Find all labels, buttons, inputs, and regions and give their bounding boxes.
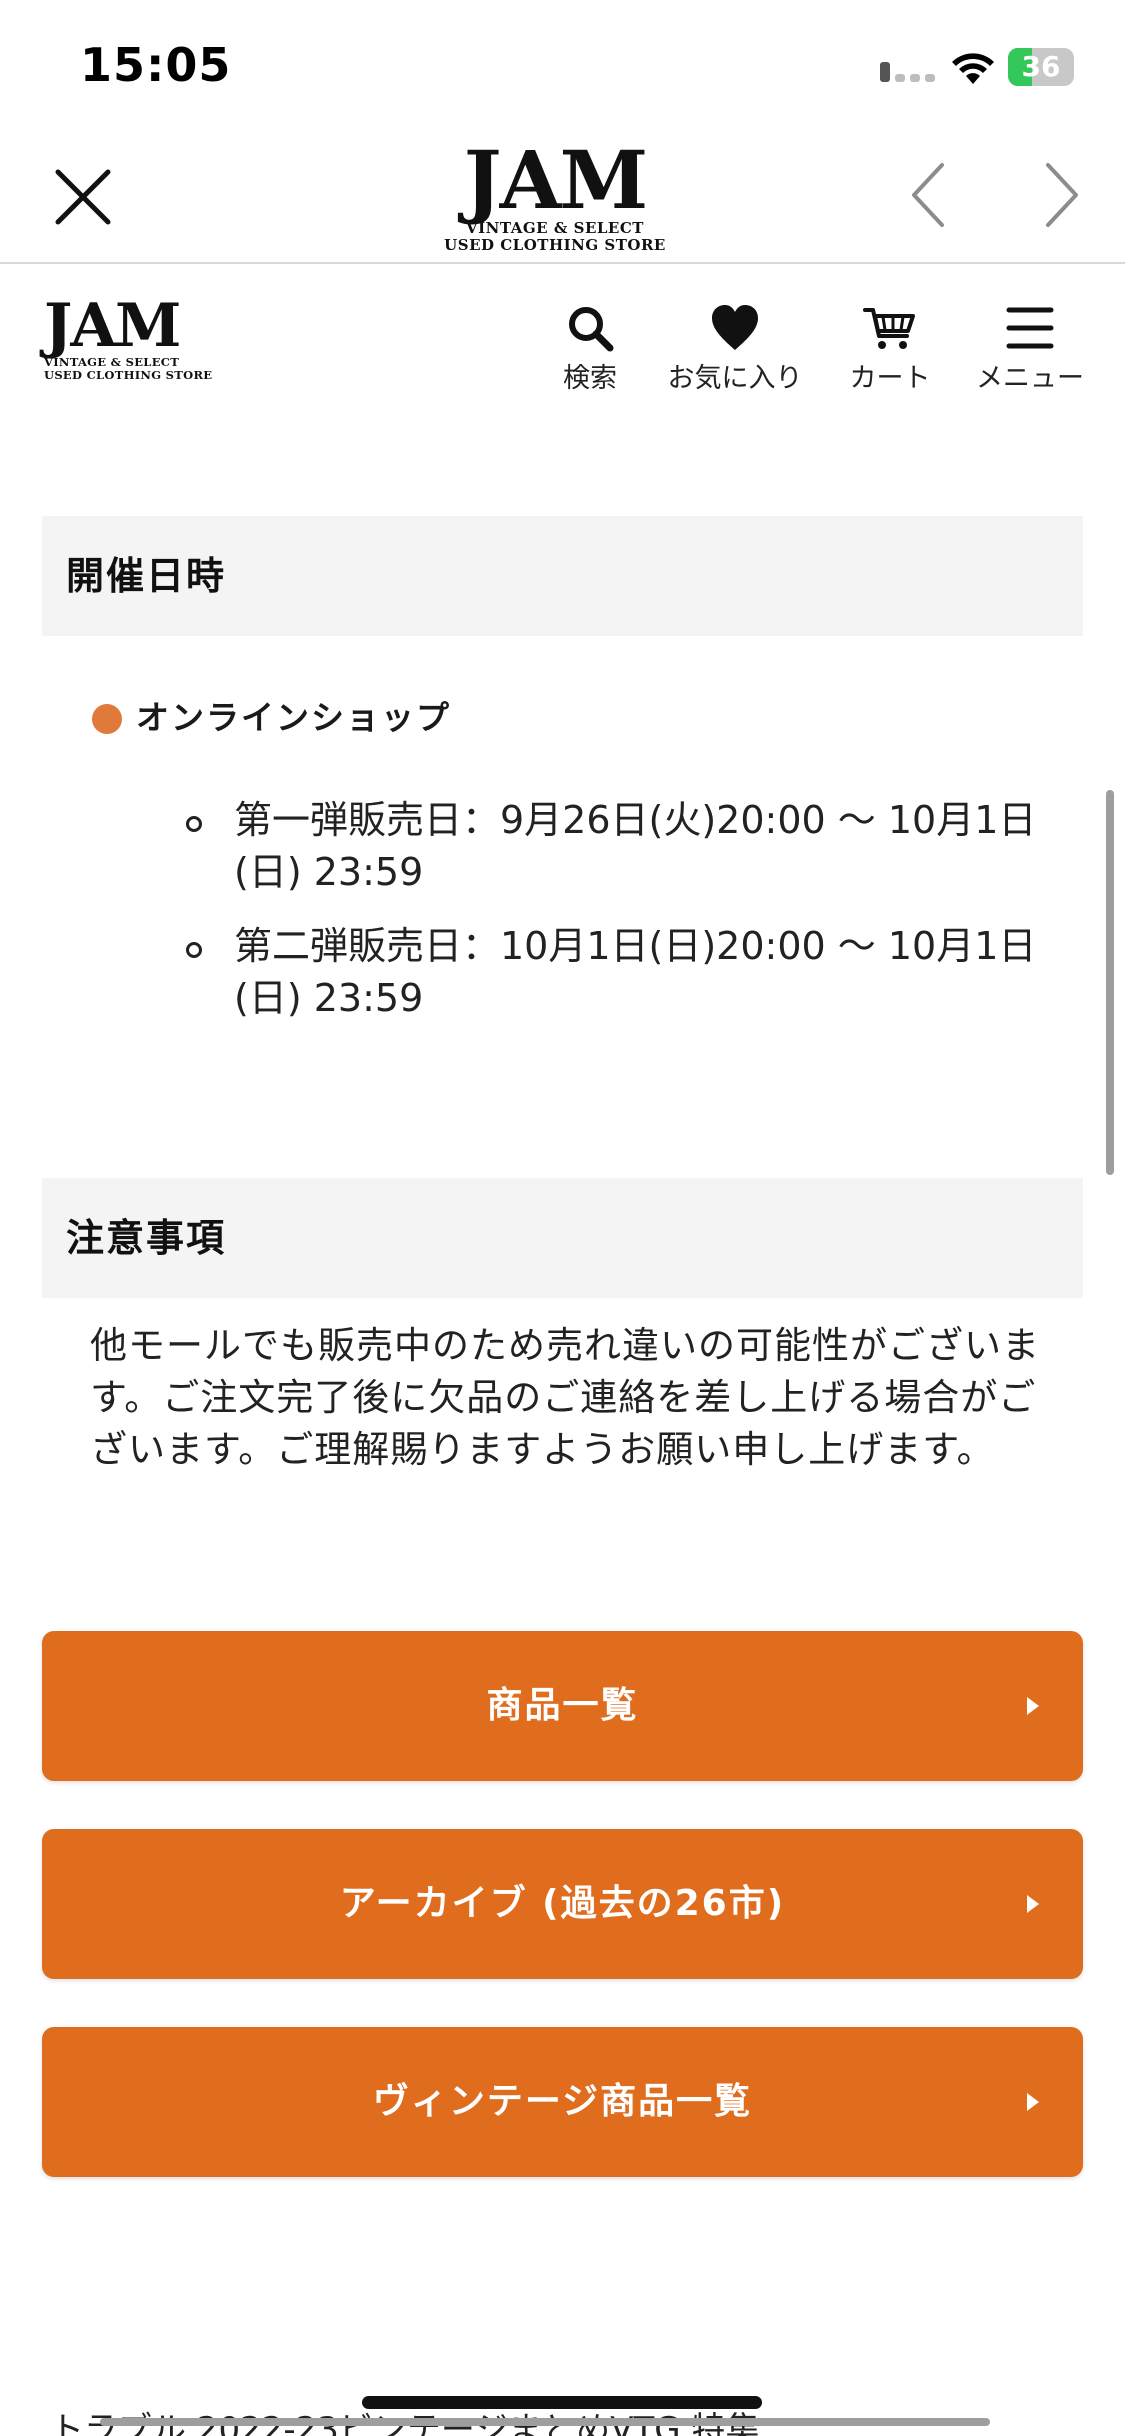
vintage-list-button[interactable]: ヴィンテージ商品一覧	[42, 2027, 1083, 2177]
sale-date-2: 第二弾販売日：10月1日(日)20:00 〜 10月1日(日) 23:59	[234, 924, 1037, 1020]
logo-tagline: VINTAGE & SELECT	[466, 219, 644, 237]
orange-dot-icon	[92, 704, 122, 734]
vertical-scrollbar[interactable]	[1106, 790, 1114, 1175]
hamburger-menu-icon	[1006, 307, 1054, 349]
cart-button[interactable]: カート	[840, 304, 940, 404]
cellular-signal-icon	[880, 62, 936, 82]
horizontal-scrollbar[interactable]	[100, 2418, 990, 2426]
wifi-icon	[952, 53, 994, 84]
search-button[interactable]: 検索	[545, 304, 635, 404]
online-shop-text: オンラインショップ	[136, 698, 451, 737]
triangle-right-icon	[1027, 2093, 1039, 2111]
vintage-list-label: ヴィンテージ商品一覧	[372, 2081, 753, 2122]
heart-icon	[712, 305, 758, 350]
menu-button[interactable]: メニュー	[970, 304, 1090, 404]
jam-logo: JAM VINTAGE & SELECT USED CLOTHING STORE	[440, 140, 670, 256]
battery-icon: 36	[1008, 48, 1074, 86]
browser-toolbar: JAM VINTAGE & SELECT USED CLOTHING STORE	[0, 130, 1125, 264]
schedule-heading: 開催日時	[66, 554, 227, 598]
menu-label: メニュー	[976, 363, 1084, 394]
cart-icon	[863, 308, 915, 349]
favorites-button[interactable]: お気に入り	[665, 304, 805, 404]
logo-subtagline: USED CLOTHING STORE	[444, 236, 666, 254]
circle-bullet-icon	[186, 816, 202, 832]
schedule-section-header: 開催日時	[42, 516, 1083, 636]
circle-bullet-icon	[186, 942, 202, 958]
site-logo-subtagline: USED CLOTHING STORE	[44, 368, 213, 382]
favorites-label: お気に入り	[667, 363, 803, 394]
archive-label: アーカイブ (過去の26市)	[339, 1883, 786, 1924]
site-header: JAM VINTAGE & SELECT USED CLOTHING STORE…	[0, 266, 1125, 416]
site-logo[interactable]: JAM VINTAGE & SELECT USED CLOTHING STORE	[44, 296, 214, 396]
notice-section-header: 注意事項	[42, 1178, 1083, 1298]
forward-arrow-icon[interactable]	[1030, 155, 1090, 235]
notice-text: 他モールでも販売中のため売れ違いの可能性がございます。ご注文完了後に欠品のご連絡…	[90, 1324, 1040, 1471]
back-arrow-icon[interactable]	[900, 155, 960, 235]
archive-button[interactable]: アーカイブ (過去の26市)	[42, 1829, 1083, 1979]
search-icon	[569, 307, 614, 352]
status-time: 15:05	[80, 38, 232, 92]
status-bar: 15:05 36	[0, 0, 1125, 130]
cart-label: カート	[849, 363, 931, 394]
triangle-right-icon	[1027, 1697, 1039, 1715]
product-list-label: 商品一覧	[486, 1685, 639, 1726]
site-logo-wordmark: JAM	[44, 291, 181, 361]
product-list-button[interactable]: 商品一覧	[42, 1631, 1083, 1781]
home-indicator[interactable]	[362, 2396, 762, 2409]
sale-date-1: 第一弾販売日：9月26日(火)20:00 〜 10月1日(日) 23:59	[234, 798, 1037, 894]
logo-wordmark: JAM	[463, 133, 648, 227]
search-label: 検索	[563, 363, 617, 394]
close-icon[interactable]	[48, 162, 118, 232]
notice-heading: 注意事項	[66, 1216, 227, 1260]
battery-percentage: 36	[1021, 50, 1061, 83]
triangle-right-icon	[1027, 1895, 1039, 1913]
